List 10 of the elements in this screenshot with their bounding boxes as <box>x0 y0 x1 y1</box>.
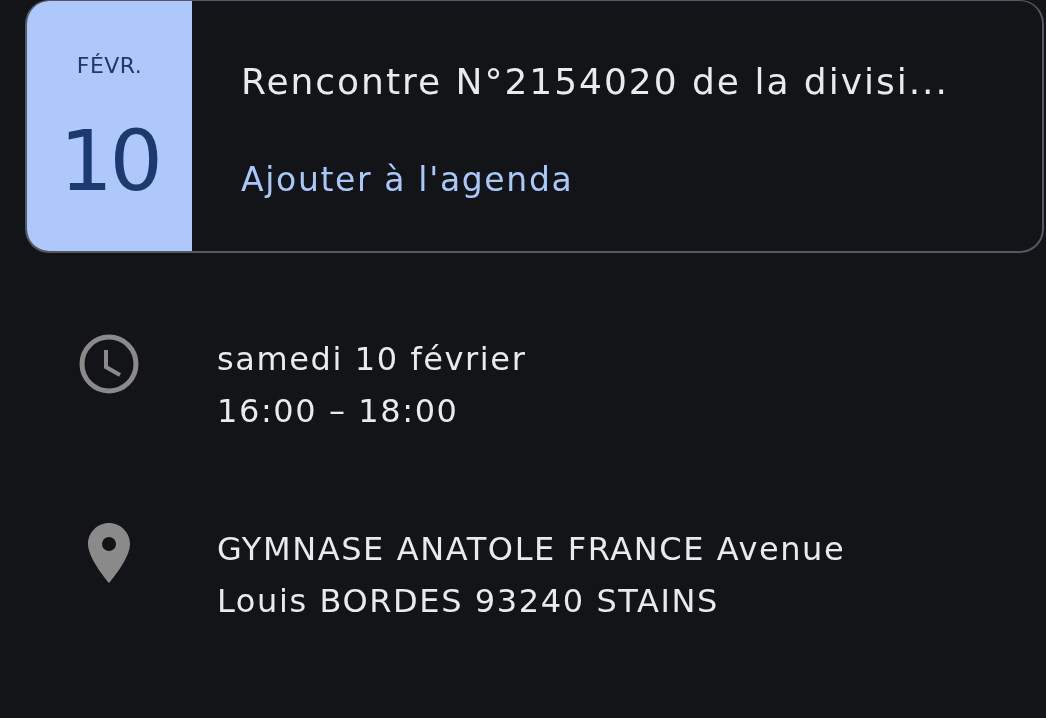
event-day: 10 <box>59 113 160 209</box>
location-pin-icon <box>87 523 130 583</box>
event-time-range: 16:00 – 18:00 <box>217 391 460 432</box>
add-to-calendar-link[interactable]: Ajouter à l'agenda <box>241 159 574 201</box>
event-date: samedi 10 février <box>217 339 527 380</box>
event-title: Rencontre N°2154020 de la divisi... <box>241 60 949 104</box>
event-month: FÉVR. <box>76 52 143 80</box>
address-line: GYMNASE ANATOLE FRANCE Avenue <box>217 529 846 570</box>
clock-icon <box>78 334 139 394</box>
address-line: Louis BORDES 93240 STAINS <box>217 581 720 622</box>
